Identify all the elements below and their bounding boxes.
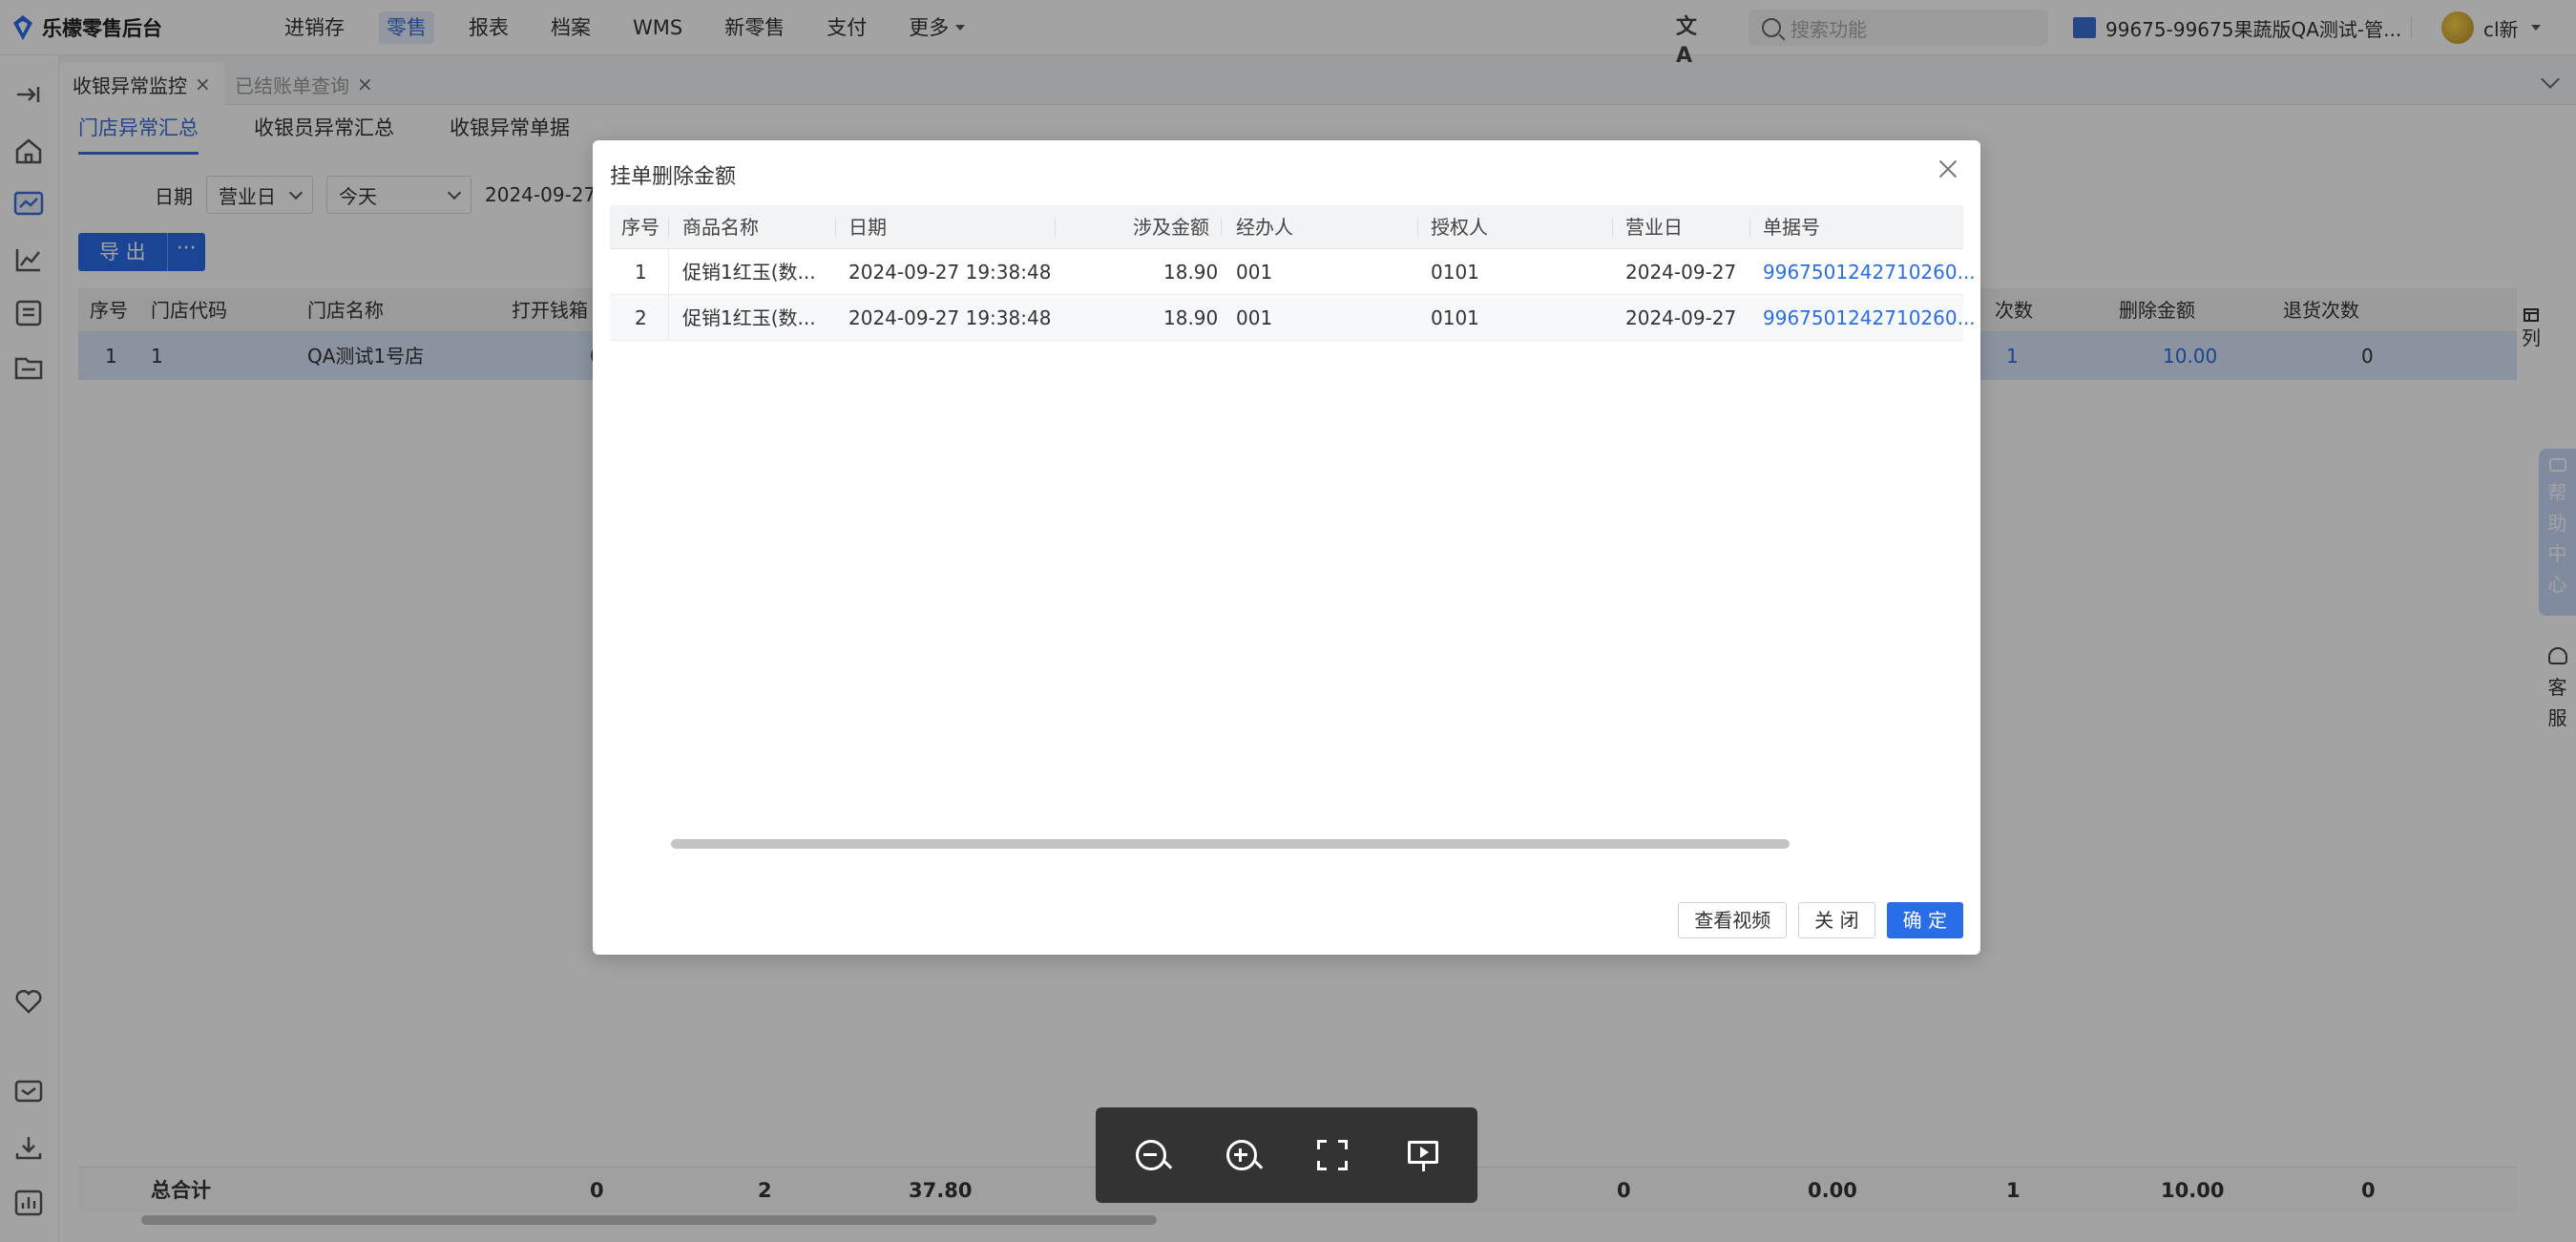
plus-bar [1239,1147,1242,1162]
delete-amount-modal: 挂单删除金额 序号 商品名称 日期 涉及金额 经办人 授权人 营业日 单据号 1… [593,140,1980,955]
cell-doc-no-link[interactable]: 9967501242710260... [1763,249,1976,295]
fullscreen-icon[interactable] [1311,1134,1353,1176]
column-divider [1612,218,1613,237]
cell-handler: 001 [1236,261,1273,284]
cell-index: 2 [635,306,647,329]
confirm-button[interactable]: 确 定 [1886,902,1963,938]
corner [1316,1140,1327,1149]
col-index: 序号 [621,216,660,239]
table-row[interactable]: 2 促销1红玉(数... 2024-09-27 19:38:48 18.90 0… [610,295,1976,341]
zoom-out-icon[interactable] [1130,1134,1172,1176]
modal-table-header: 序号 商品名称 日期 涉及金额 经办人 授权人 营业日 单据号 [610,205,1963,249]
modal-footer: 查看视频 关 闭 确 定 [1678,902,1963,938]
cell-product: 促销1红玉(数... [682,306,816,329]
cell-handler: 001 [1236,306,1273,329]
col-product: 商品名称 [682,216,759,239]
modal-horizontal-scrollbar[interactable] [671,839,1790,849]
cell-index: 1 [635,261,647,284]
index-column-divider [668,249,669,341]
column-divider [835,218,836,237]
column-divider [1417,218,1418,237]
cell-authorizer: 0101 [1431,261,1479,284]
presentation-icon[interactable] [1402,1134,1444,1176]
zoom-in-icon[interactable] [1221,1134,1263,1176]
col-biz-day: 营业日 [1625,216,1683,239]
play-icon [1419,1147,1429,1158]
column-divider [1221,218,1222,237]
table-row[interactable]: 1 促销1红玉(数... 2024-09-27 19:38:48 18.90 0… [610,249,1976,295]
cell-amount: 18.90 [1163,261,1219,284]
col-authorizer: 授权人 [1431,216,1488,239]
stand [1421,1164,1425,1171]
cell-date: 2024-09-27 19:38:48 [848,261,1052,284]
minus-bar [1142,1153,1157,1156]
corner [1337,1161,1348,1170]
view-video-button[interactable]: 查看视频 [1678,902,1788,938]
cell-amount: 18.90 [1163,306,1219,329]
cell-authorizer: 0101 [1431,306,1479,329]
modal-title: 挂单删除金额 [610,165,737,189]
column-divider [668,218,669,237]
col-amount: 涉及金额 [1133,216,1209,239]
corner [1316,1161,1327,1170]
column-divider [1749,218,1750,237]
modal-table: 序号 商品名称 日期 涉及金额 经办人 授权人 营业日 单据号 1 促销1红玉(… [610,205,1976,341]
col-date: 日期 [848,216,887,239]
column-divider [1055,218,1056,237]
cell-date: 2024-09-27 19:38:48 [848,306,1052,329]
cell-biz-day: 2024-09-27 [1625,261,1737,284]
cell-doc-no-link[interactable]: 9967501242710260... [1763,295,1976,341]
close-button[interactable]: 关 闭 [1798,902,1875,938]
corner [1337,1140,1348,1149]
image-viewer-toolbar [1096,1107,1477,1203]
cell-product: 促销1红玉(数... [682,261,816,284]
cell-biz-day: 2024-09-27 [1625,306,1737,329]
app-root: 乐檬零售后台 进销存 零售 报表 档案 WMS 新零售 支付 更多 文A 搜索功… [0,0,2576,1242]
close-icon[interactable] [1937,158,1959,180]
col-doc-no: 单据号 [1763,216,1820,239]
col-handler: 经办人 [1236,216,1293,239]
